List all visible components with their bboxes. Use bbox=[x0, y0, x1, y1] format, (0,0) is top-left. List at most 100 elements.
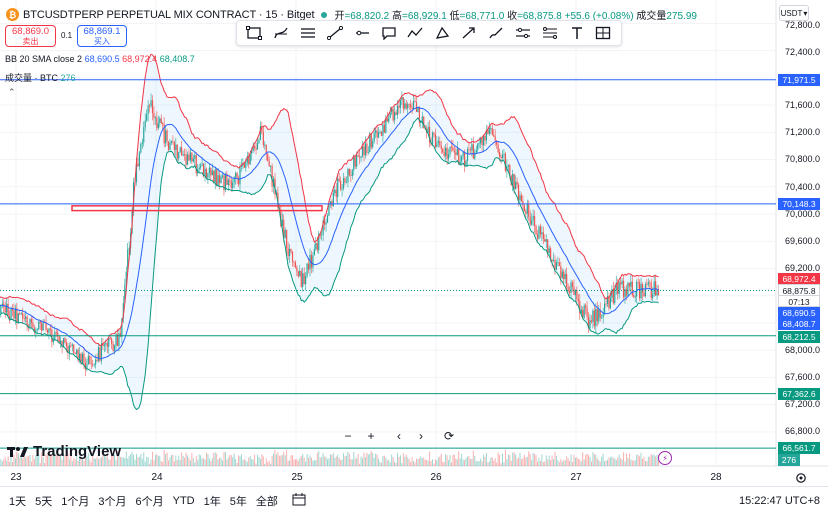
parallel-channel-icon[interactable] bbox=[298, 23, 318, 43]
candle-body bbox=[421, 116, 423, 121]
currency-selector[interactable]: USDT ▾ bbox=[779, 5, 809, 21]
volume-bar bbox=[529, 453, 531, 466]
candle-body bbox=[178, 152, 180, 159]
hline-tag-70148[interactable]: 70,148.3 bbox=[778, 198, 820, 210]
volume-bar bbox=[287, 460, 289, 466]
cross-line-icon[interactable] bbox=[513, 23, 533, 43]
table-icon[interactable] bbox=[593, 23, 613, 43]
zoom-out-button[interactable]: − bbox=[339, 428, 357, 444]
triangle-icon[interactable] bbox=[432, 23, 452, 43]
hline-tag-68212[interactable]: 68,212.5 bbox=[778, 331, 820, 343]
symbol-title[interactable]: BTCUSDTPERP PERPETUAL MIX CONTRACT · 15 … bbox=[23, 9, 315, 21]
range-3m[interactable]: 3个月 bbox=[98, 493, 126, 509]
candle-body bbox=[528, 204, 530, 217]
hline-tag-67362[interactable]: 67,362.6 bbox=[778, 388, 820, 400]
candle-body bbox=[313, 248, 315, 256]
range-all[interactable]: 全部 bbox=[256, 493, 278, 509]
fib-icon[interactable] bbox=[540, 23, 560, 43]
candle-body bbox=[481, 138, 483, 146]
candle-body bbox=[560, 266, 562, 278]
price-chart[interactable] bbox=[0, 0, 828, 486]
volume-bar bbox=[478, 461, 480, 466]
candle-body bbox=[13, 310, 15, 319]
range-ytd[interactable]: YTD bbox=[173, 495, 195, 507]
range-6m[interactable]: 6个月 bbox=[136, 493, 164, 509]
candle-body bbox=[351, 170, 353, 176]
candle-body bbox=[176, 144, 178, 159]
candle-body bbox=[652, 294, 654, 298]
volume-bar bbox=[369, 453, 371, 466]
candle-body bbox=[364, 143, 367, 156]
clock-timezone[interactable]: 15:22:47 UTC+8 bbox=[739, 495, 820, 507]
text-icon[interactable] bbox=[567, 23, 587, 43]
candle-body bbox=[348, 168, 350, 176]
volume-bar bbox=[312, 460, 314, 466]
volume-bar bbox=[579, 459, 581, 466]
candle-body bbox=[153, 113, 155, 119]
candle-body bbox=[19, 313, 21, 315]
candle-body bbox=[484, 135, 486, 141]
candle-body bbox=[89, 356, 91, 364]
reset-chart-button[interactable]: ⟳ bbox=[440, 428, 458, 444]
volume-legend[interactable]: 成交量 · BTC 276 bbox=[5, 71, 76, 84]
candle-body bbox=[568, 291, 571, 293]
range-1m[interactable]: 1个月 bbox=[61, 493, 89, 509]
volume-bar bbox=[502, 453, 503, 466]
volume-bar bbox=[176, 460, 178, 466]
candle-body bbox=[26, 316, 28, 326]
polyline-icon[interactable] bbox=[405, 23, 425, 43]
brush-icon[interactable] bbox=[486, 23, 506, 43]
range-1y[interactable]: 1年 bbox=[204, 493, 221, 509]
range-5d[interactable]: 5天 bbox=[35, 493, 52, 509]
volume-bar bbox=[210, 461, 212, 466]
candle-body bbox=[217, 175, 219, 186]
buy-button[interactable]: 68,869.1 买入 bbox=[77, 25, 127, 47]
sell-button[interactable]: 68,869.0 卖出 bbox=[5, 25, 56, 47]
scroll-left-button[interactable]: ‹ bbox=[390, 428, 408, 444]
volume-bar bbox=[545, 455, 547, 466]
candle-body bbox=[191, 152, 193, 162]
candle-body bbox=[500, 156, 502, 158]
volume-bar bbox=[417, 459, 419, 466]
candle-body bbox=[636, 282, 638, 297]
volume-bar bbox=[618, 454, 620, 466]
arrow-icon[interactable] bbox=[459, 23, 479, 43]
volume-bar bbox=[467, 456, 468, 466]
trend-line-icon[interactable] bbox=[325, 23, 345, 43]
candle-body bbox=[20, 313, 22, 315]
zoom-in-button[interactable]: + bbox=[362, 428, 380, 444]
range-1d[interactable]: 1天 bbox=[9, 493, 26, 509]
rectangle-icon[interactable] bbox=[244, 23, 264, 43]
volume-bar bbox=[33, 459, 35, 466]
candle-body bbox=[478, 143, 480, 145]
gear-icon[interactable] bbox=[795, 472, 807, 484]
price-axis-label: 67,600.0 bbox=[784, 372, 820, 382]
path-icon[interactable] bbox=[271, 23, 291, 43]
hline-tag-71971[interactable]: 71,971.5 bbox=[778, 74, 820, 86]
lightning-icon[interactable]: ⚡ bbox=[658, 451, 672, 465]
volume-bar bbox=[189, 460, 191, 466]
candle-body bbox=[437, 140, 439, 144]
goto-date-icon[interactable] bbox=[292, 492, 306, 509]
scroll-right-button[interactable]: › bbox=[412, 428, 430, 444]
range-5y[interactable]: 5年 bbox=[230, 493, 247, 509]
volume-bar bbox=[154, 455, 156, 466]
candle-body bbox=[138, 152, 140, 167]
candle-body bbox=[363, 146, 365, 156]
volume-bar bbox=[644, 460, 646, 466]
hline-tag-66561[interactable]: 66,561.7 bbox=[778, 442, 820, 454]
bb-legend[interactable]: BB 20 SMA close 2 68,690.5 68,972.4 68,4… bbox=[5, 54, 195, 64]
volume-bar bbox=[500, 463, 502, 466]
volume-bar bbox=[430, 461, 432, 466]
volume-bar bbox=[128, 455, 130, 466]
volume-bar bbox=[569, 461, 571, 466]
tradingview-logo[interactable]: TradingView bbox=[7, 443, 121, 460]
volume-bar bbox=[252, 459, 254, 466]
horizontal-ray-icon[interactable] bbox=[352, 23, 372, 43]
candle-body bbox=[4, 306, 6, 313]
callout-icon[interactable] bbox=[379, 23, 399, 43]
collapse-legend-icon[interactable]: ⌃ bbox=[8, 87, 16, 98]
candle-body bbox=[38, 321, 40, 330]
volume-bar bbox=[344, 456, 346, 466]
volume-bar bbox=[191, 452, 193, 466]
